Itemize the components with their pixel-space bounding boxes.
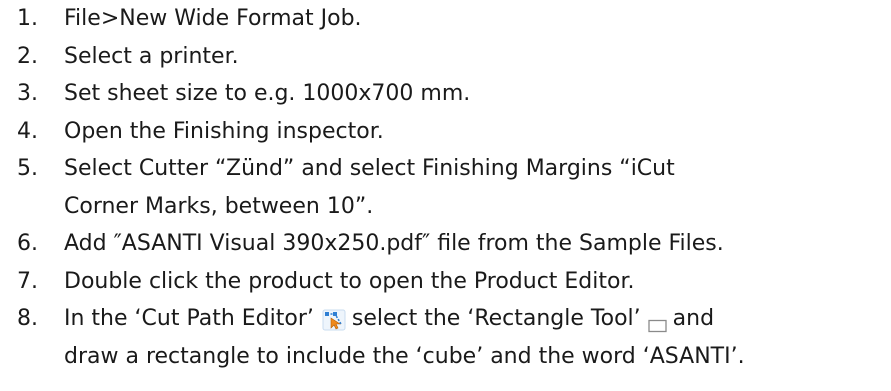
step-text-line: Corner Marks, between 10”.: [64, 193, 374, 219]
step-text: Double click the product to open the Pro…: [64, 268, 635, 294]
step-6: 6. Add ″ASANTI Visual 390x250.pdf″ file …: [0, 225, 891, 263]
step-text: In the ‘Cut Path Editor’ select the ‘Rec…: [64, 300, 891, 375]
cut-path-editor-icon: [322, 306, 346, 331]
step-number: 3.: [17, 81, 38, 106]
step-number: 8.: [17, 306, 38, 331]
step-text: Select Cutter “Zünd” and select Finishin…: [64, 150, 891, 225]
step-text-line: draw a rectangle to include the ‘cube’ a…: [64, 343, 745, 369]
step-2: 2. Select a printer.: [0, 38, 891, 76]
step-text: Open the Finishing inspector.: [64, 118, 384, 144]
instruction-list: 1. File>New Wide Format Job. 2. Select a…: [0, 0, 891, 375]
step-1: 1. File>New Wide Format Job.: [0, 0, 891, 38]
step-text-part: and: [672, 306, 715, 331]
step-4: 4. Open the Finishing inspector.: [0, 113, 891, 151]
step-text: Add ″ASANTI Visual 390x250.pdf″ file fro…: [64, 231, 724, 256]
step-text-line: Select Cutter “Zünd” and select Finishin…: [64, 156, 675, 181]
step-number: 6.: [17, 231, 38, 256]
step-text-part: In the ‘Cut Path Editor’: [64, 306, 314, 331]
step-3: 3. Set sheet size to e.g. 1000x700 mm.: [0, 75, 891, 113]
step-text: Set sheet size to e.g. 1000x700 mm.: [64, 81, 471, 106]
step-8: 8. In the ‘Cut Path Editor’ select the ‘…: [0, 300, 891, 375]
step-number: 2.: [17, 43, 38, 69]
step-number: 4.: [17, 118, 38, 144]
step-5: 5. Select Cutter “Zünd” and select Finis…: [0, 150, 891, 225]
step-number: 7.: [17, 268, 38, 294]
step-number: 5.: [17, 156, 38, 181]
step-text: Select a printer.: [64, 43, 239, 69]
rectangle-tool-icon: [647, 309, 669, 333]
step-text-part: select the ‘Rectangle Tool’: [351, 306, 641, 331]
step-text: File>New Wide Format Job.: [64, 6, 362, 31]
step-7: 7. Double click the product to open the …: [0, 263, 891, 301]
step-number: 1.: [17, 6, 38, 31]
step-text-line: In the ‘Cut Path Editor’ select the ‘Rec…: [64, 300, 891, 338]
